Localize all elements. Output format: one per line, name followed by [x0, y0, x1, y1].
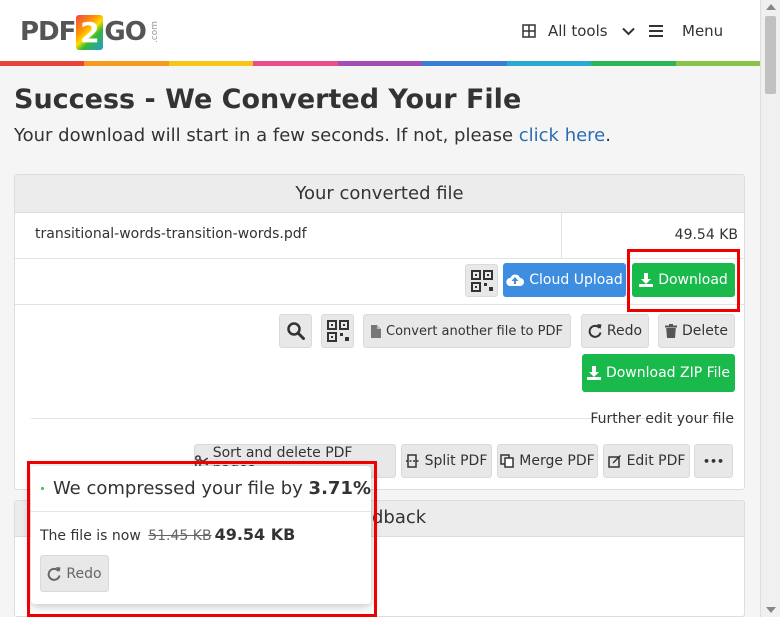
preview-button[interactable]: [279, 314, 312, 348]
rainbow-segment: [253, 61, 338, 66]
grid-icon: [522, 24, 536, 38]
search-icon: [286, 322, 305, 340]
delete-button[interactable]: Delete: [658, 314, 735, 348]
toast-body: The file is now 51.45 KB 49.54 KB: [40, 525, 296, 544]
file-icon: [371, 324, 382, 338]
qr-code-button-2[interactable]: [321, 314, 354, 348]
rainbow-segment: [675, 61, 760, 66]
convert-another-button[interactable]: Convert another file to PDF: [363, 314, 571, 348]
edit-icon: [607, 455, 621, 468]
file-size: 49.54 KB: [561, 213, 744, 258]
merge-pdf-button[interactable]: Merge PDF: [497, 444, 598, 478]
more-icon: •••: [702, 454, 725, 468]
chevron-down-icon: [621, 27, 635, 35]
split-pdf-button[interactable]: Split PDF: [401, 444, 492, 478]
site-header: PDF 2 GO .com All tools Menu: [0, 0, 760, 66]
cloud-upload-icon: [506, 274, 525, 286]
page-subtitle: Your download will start in a few second…: [14, 125, 611, 146]
scroll-up-arrow-icon[interactable]: [766, 4, 776, 10]
main-menu-button[interactable]: Menu: [649, 20, 723, 42]
all-tools-label: All tools: [548, 22, 608, 40]
redo-button[interactable]: Redo: [581, 314, 649, 348]
download-icon: [586, 366, 601, 380]
qr-code-button[interactable]: [465, 264, 498, 297]
trash-icon: [665, 324, 677, 338]
rainbow-segment: [337, 61, 423, 66]
download-button[interactable]: Download: [632, 263, 735, 297]
menu-label: Menu: [682, 22, 724, 40]
pdf2go-logo[interactable]: PDF 2 GO .com: [20, 12, 166, 52]
rainbow-segment: [591, 61, 676, 66]
rainbow-segment: [0, 61, 85, 66]
download-zip-button[interactable]: Download ZIP File: [582, 354, 735, 392]
further-edit-label: Further edit your file: [590, 411, 734, 427]
more-tools-button[interactable]: •••: [694, 444, 733, 478]
new-file-size: 49.54 KB: [214, 525, 296, 544]
file-name: transitional-words-transition-words.pdf: [35, 226, 307, 242]
qr-code-icon: [470, 269, 493, 292]
old-file-size: 51.45 KB: [148, 528, 212, 544]
rainbow-segment: [168, 61, 254, 66]
qr-code-icon: [326, 320, 349, 342]
compression-percent: 3.71%: [308, 478, 371, 499]
rainbow-segment: [422, 61, 507, 66]
toast-redo-button[interactable]: Redo: [40, 555, 109, 592]
redo-icon: [48, 566, 61, 581]
cloud-upload-button[interactable]: Cloud Upload: [503, 263, 626, 297]
scroll-thumb[interactable]: [765, 16, 776, 94]
page-title: Success - We Converted Your File: [14, 84, 522, 115]
feedback-title: dback: [372, 507, 427, 528]
rainbow-strip: [0, 61, 760, 66]
card-heading: Your converted file: [15, 175, 744, 213]
redo-icon: [588, 324, 602, 338]
edit-pdf-button[interactable]: Edit PDF: [603, 444, 690, 478]
download-icon: [639, 273, 654, 287]
converted-file-card: Your converted file transitional-words-t…: [14, 174, 745, 490]
merge-icon: [500, 454, 515, 468]
file-row: transitional-words-transition-words.pdf …: [15, 213, 744, 259]
page-scrollbar[interactable]: [760, 0, 780, 617]
rainbow-segment: [506, 61, 592, 66]
hamburger-icon: [649, 25, 663, 37]
click-here-link[interactable]: click here: [519, 125, 606, 146]
split-icon: [405, 454, 420, 468]
rainbow-segment: [84, 61, 169, 66]
all-tools-menu[interactable]: All tools: [522, 20, 635, 42]
divider: [15, 304, 744, 305]
toast-header: We compressed your file by 3.71%: [31, 466, 371, 512]
compression-toast: We compressed your file by 3.71% The fil…: [31, 466, 371, 604]
scroll-down-arrow-icon[interactable]: [766, 607, 776, 613]
check-circle-icon: [41, 487, 44, 490]
